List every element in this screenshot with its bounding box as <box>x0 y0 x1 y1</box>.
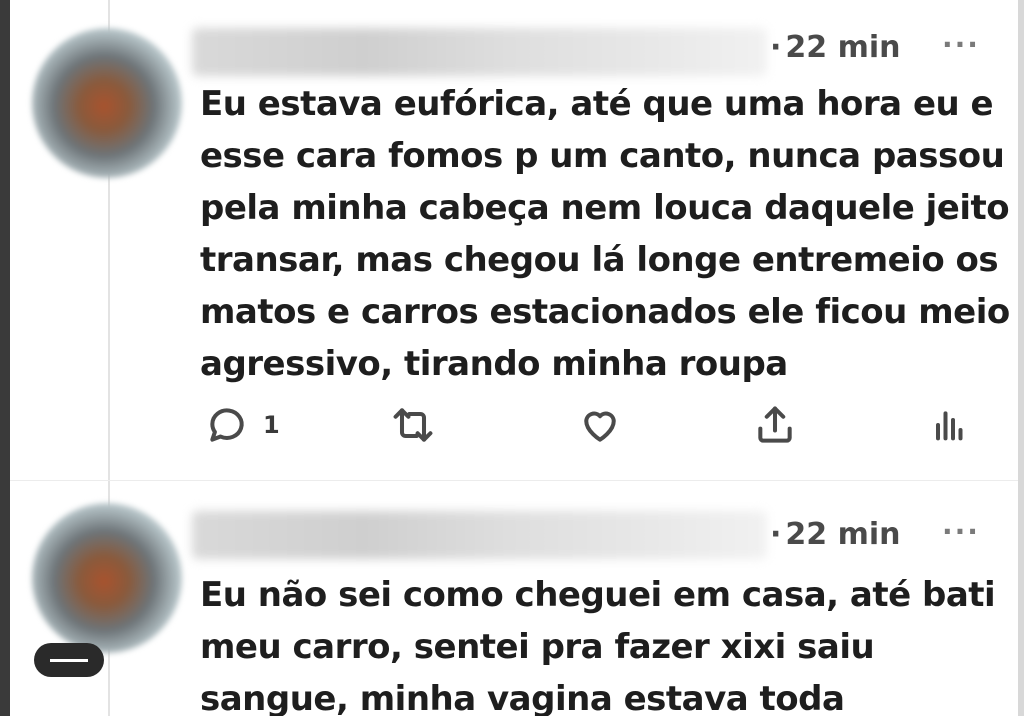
right-scroll-edge <box>1018 0 1024 716</box>
share-button[interactable] <box>753 400 797 450</box>
tweet-text-line: matos e carros estacionados ele ficou me… <box>200 292 1010 332</box>
retweet-button[interactable] <box>390 400 436 450</box>
like-icon <box>577 403 623 447</box>
timestamp[interactable]: · 22 min <box>770 517 901 552</box>
space-badge <box>34 643 104 677</box>
tweet-text-line: sangue, minha vagina estava toda <box>200 679 845 716</box>
reply-count: 1 <box>263 411 280 439</box>
views-button[interactable] <box>928 400 968 450</box>
retweet-icon <box>390 403 436 447</box>
avatar[interactable] <box>32 28 182 178</box>
tweet-text-line: esse cara fomos p um canto, nunca passou <box>200 136 1005 176</box>
tweet-text-line: transar, mas chegou lá longe entremeio o… <box>200 240 999 280</box>
tweet-text-line: agressivo, tirando minha roupa <box>200 344 788 384</box>
reply-icon <box>205 403 249 447</box>
reply-button[interactable]: 1 <box>205 400 280 450</box>
like-button[interactable] <box>577 400 623 450</box>
share-icon <box>753 403 797 447</box>
tweet-text: Eu estava eufórica, até que uma hora eu … <box>200 78 1010 390</box>
tweet-text-line: pela minha cabeça nem louca daquele jeit… <box>200 188 1010 228</box>
avatar[interactable] <box>32 503 182 653</box>
tweet[interactable]: · 22 min ··· Eu não sei como cheguei em c… <box>10 480 1018 716</box>
tweet-actions: 1 <box>10 400 1018 450</box>
tweet-text-line: Eu estava eufórica, até que uma hora eu … <box>200 84 994 124</box>
separator-dot: · <box>770 30 782 65</box>
timestamp[interactable]: · 22 min <box>770 30 901 65</box>
tweet-text: Eu não sei como cheguei em casa, até bat… <box>200 569 1010 716</box>
tweet-text-line: meu carro, sentei pra fazer xixi saiu <box>200 627 875 667</box>
separator-dot: · <box>770 517 782 552</box>
left-edge-bar <box>0 0 10 716</box>
tweet-text-line: Eu não sei como cheguei em casa, até bat… <box>200 575 996 615</box>
author-name-blurred[interactable] <box>192 511 767 559</box>
more-icon[interactable]: ··· <box>942 28 980 61</box>
more-icon[interactable]: ··· <box>942 515 980 548</box>
tweet[interactable]: · 22 min ··· Eu estava eufórica, até que … <box>10 0 1018 480</box>
author-name-blurred[interactable] <box>192 28 767 76</box>
views-icon <box>928 403 968 447</box>
